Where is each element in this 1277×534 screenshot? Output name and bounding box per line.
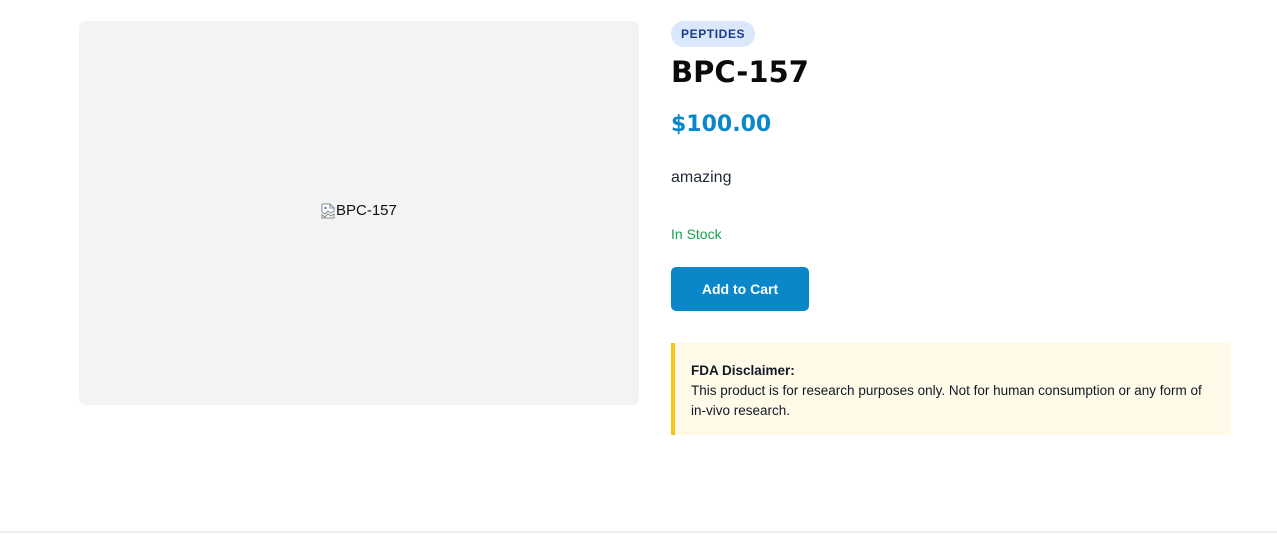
fda-disclaimer: FDA Disclaimer: This product is for rese…: [671, 343, 1231, 435]
add-to-cart-button[interactable]: Add to Cart: [671, 267, 809, 311]
image-alt-text: BPC-157: [336, 202, 397, 219]
disclaimer-title: FDA Disclaimer:: [691, 363, 795, 378]
product-page: BPC-157 PEPTIDES BPC-157 $100.00 amazing…: [0, 0, 1277, 534]
broken-image-icon: [321, 203, 335, 219]
product-title: BPC-157: [671, 55, 809, 89]
disclaimer-text: This product is for research purposes on…: [691, 383, 1202, 418]
stock-status: In Stock: [671, 226, 722, 242]
product-price: $100.00: [671, 112, 772, 137]
footer-divider: [0, 531, 1277, 533]
category-badge[interactable]: PEPTIDES: [671, 21, 756, 47]
product-description: amazing: [671, 169, 732, 186]
product-image: BPC-157: [321, 202, 397, 219]
